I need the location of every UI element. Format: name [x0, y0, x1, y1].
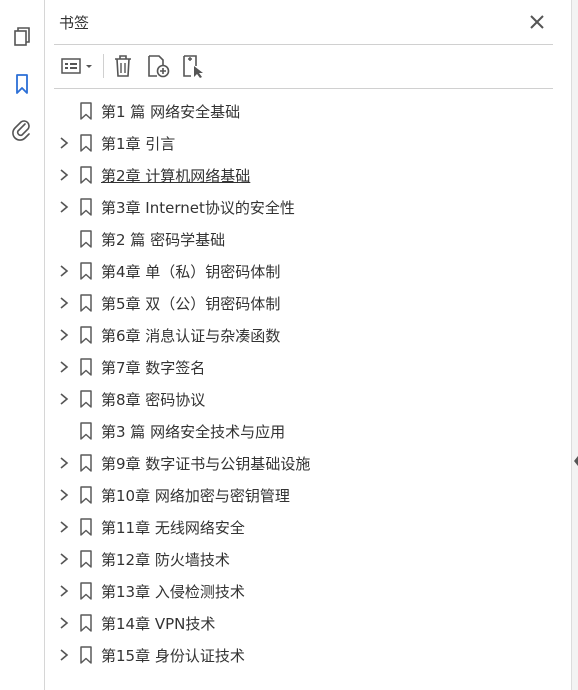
bookmark-item[interactable]: 第9章 数字证书与公钥基础设施 [45, 447, 555, 479]
new-bookmark-from-selection-button[interactable] [179, 51, 207, 81]
side-rail [0, 0, 45, 690]
panel-title: 书签 [59, 14, 90, 32]
bookmark-icon [16, 74, 28, 94]
close-button[interactable] [525, 10, 549, 34]
bookmark-icon [80, 134, 92, 152]
options-menu-icon [61, 58, 92, 74]
bookmark-icon [80, 230, 92, 248]
chevron-right-icon[interactable] [57, 552, 71, 566]
chevron-right-icon[interactable] [57, 328, 71, 342]
bookmark-icon [80, 422, 92, 440]
new-bookmark-icon [148, 55, 170, 78]
bookmark-icon [80, 390, 92, 408]
pages-icon [14, 27, 30, 46]
bookmark-label: 第8章 密码协议 [101, 391, 206, 409]
divider [54, 88, 553, 89]
bookmark-icon [80, 518, 92, 536]
bookmark-label: 第4章 单（私）钥密码体制 [101, 263, 281, 281]
chevron-right-icon[interactable] [57, 264, 71, 278]
toolbar-separator [103, 54, 104, 78]
bookmark-label: 第3章 Internet协议的安全性 [101, 199, 295, 217]
bookmark-label: 第3 篇 网络安全技术与应用 [101, 423, 286, 441]
bookmark-label: 第9章 数字证书与公钥基础设施 [101, 455, 311, 473]
bookmark-item[interactable]: 第11章 无线网络安全 [45, 511, 555, 543]
pages-panel-button[interactable] [8, 23, 36, 51]
bookmark-label: 第15章 身份认证技术 [101, 647, 245, 665]
chevron-right-icon[interactable] [57, 520, 71, 534]
chevron-right-icon[interactable] [57, 392, 71, 406]
chevron-right-icon[interactable] [57, 648, 71, 662]
bookmark-icon [80, 454, 92, 472]
bookmark-item[interactable]: 第4章 单（私）钥密码体制 [45, 255, 555, 287]
bookmark-icon [80, 614, 92, 632]
bookmark-item[interactable]: 第10章 网络加密与密钥管理 [45, 479, 555, 511]
bookmark-label: 第10章 网络加密与密钥管理 [101, 487, 290, 505]
bookmark-item[interactable]: 第8章 密码协议 [45, 383, 555, 415]
bookmarks-panel-button[interactable] [8, 70, 36, 98]
panel-resize-handle[interactable] [571, 0, 578, 690]
bookmark-item[interactable]: 第6章 消息认证与杂凑函数 [45, 319, 555, 351]
bookmark-item[interactable]: 第2 篇 密码学基础 [45, 223, 555, 255]
chevron-right-icon[interactable] [57, 200, 71, 214]
bookmark-label: 第1章 引言 [101, 135, 176, 153]
chevron-right-icon[interactable] [57, 616, 71, 630]
bookmark-icon [80, 198, 92, 216]
bookmark-item[interactable]: 第5章 双（公）钥密码体制 [45, 287, 555, 319]
close-icon [530, 15, 544, 29]
bookmark-item[interactable]: 第1 篇 网络安全基础 [45, 95, 555, 127]
bookmark-label: 第13章 入侵检测技术 [101, 583, 245, 601]
bookmark-icon [80, 166, 92, 184]
bookmark-item[interactable]: 第7章 数字签名 [45, 351, 555, 383]
bookmark-icon [80, 582, 92, 600]
bookmark-icon [80, 550, 92, 568]
bookmark-label: 第11章 无线网络安全 [101, 519, 245, 537]
new-bookmark-button[interactable] [144, 51, 172, 81]
bookmarks-app: 书签 第1 篇 网络安全基础 第1章 引言 第2章 计算机网络基础 第3章 In… [0, 0, 578, 690]
bookmark-item[interactable]: 第15章 身份认证技术 [45, 639, 555, 671]
attachments-panel-button[interactable] [8, 116, 36, 144]
divider [54, 44, 553, 45]
bookmark-item[interactable]: 第1章 引言 [45, 127, 555, 159]
chevron-right-icon[interactable] [57, 584, 71, 598]
bookmark-label: 第1 篇 网络安全基础 [101, 103, 241, 121]
bookmark-label: 第14章 VPN技术 [101, 615, 216, 633]
new-bookmark-from-selection-icon [183, 55, 203, 78]
bookmarks-panel: 书签 第1 篇 网络安全基础 第1章 引言 第2章 计算机网络基础 第3章 In… [45, 0, 571, 690]
bookmark-label: 第5章 双（公）钥密码体制 [101, 295, 281, 313]
bookmark-icon [80, 326, 92, 344]
delete-bookmark-button[interactable] [110, 51, 136, 81]
bookmark-label: 第6章 消息认证与杂凑函数 [101, 327, 281, 345]
chevron-right-icon[interactable] [57, 456, 71, 470]
bookmark-icon [80, 486, 92, 504]
bookmark-item[interactable]: 第12章 防火墙技术 [45, 543, 555, 575]
chevron-right-icon[interactable] [57, 488, 71, 502]
bookmark-label: 第12章 防火墙技术 [101, 551, 230, 569]
bookmark-label: 第2章 计算机网络基础 [101, 167, 251, 185]
chevron-right-icon[interactable] [57, 296, 71, 310]
paperclip-icon [12, 120, 30, 141]
bookmark-item[interactable]: 第3 篇 网络安全技术与应用 [45, 415, 555, 447]
bookmark-icon [80, 294, 92, 312]
bookmark-item[interactable]: 第2章 计算机网络基础 [45, 159, 555, 191]
bookmark-item[interactable]: 第14章 VPN技术 [45, 607, 555, 639]
bookmark-item[interactable]: 第13章 入侵检测技术 [45, 575, 555, 607]
bookmark-icon [80, 262, 92, 280]
caret-left-icon[interactable] [573, 455, 578, 467]
bookmark-item[interactable]: 第3章 Internet协议的安全性 [45, 191, 555, 223]
options-menu-button[interactable] [59, 51, 97, 81]
bookmark-label: 第2 篇 密码学基础 [101, 231, 226, 249]
chevron-right-icon[interactable] [57, 360, 71, 374]
chevron-right-icon[interactable] [57, 168, 71, 182]
delete-icon [115, 55, 131, 77]
bookmark-icon [80, 646, 92, 664]
bookmark-icon [80, 358, 92, 376]
bookmark-icon [80, 102, 92, 120]
bookmark-label: 第7章 数字签名 [101, 359, 206, 377]
chevron-right-icon[interactable] [57, 136, 71, 150]
